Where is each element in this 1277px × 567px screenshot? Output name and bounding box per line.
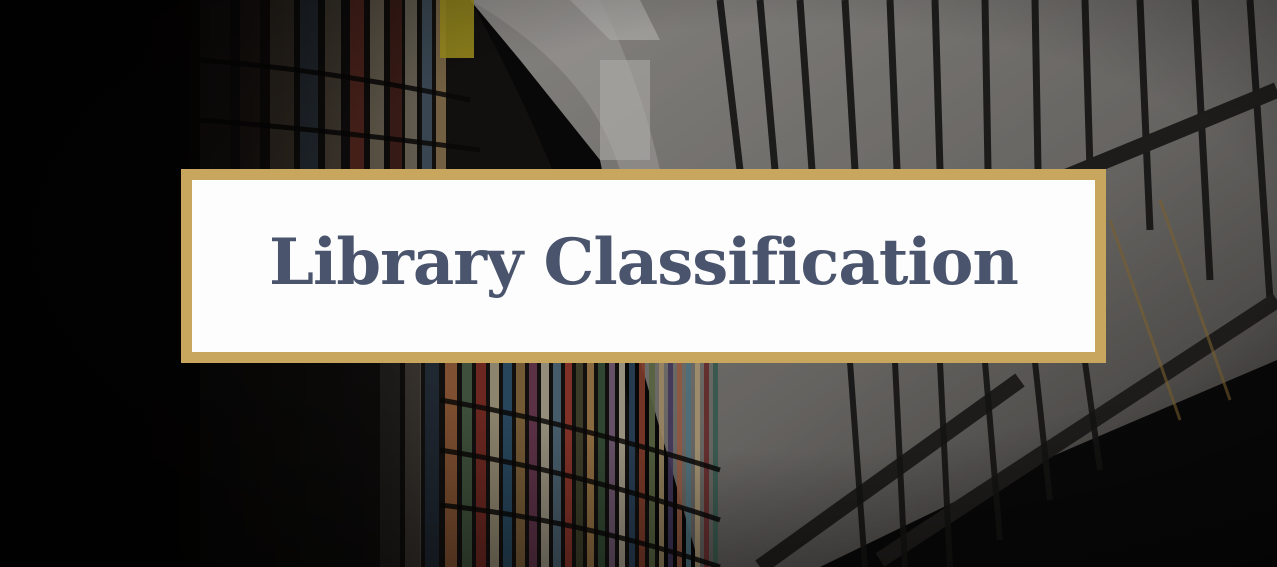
title-slide: Library Classification [0, 0, 1277, 567]
title-banner: Library Classification [181, 169, 1106, 363]
slide-title: Library Classification [269, 225, 1019, 300]
